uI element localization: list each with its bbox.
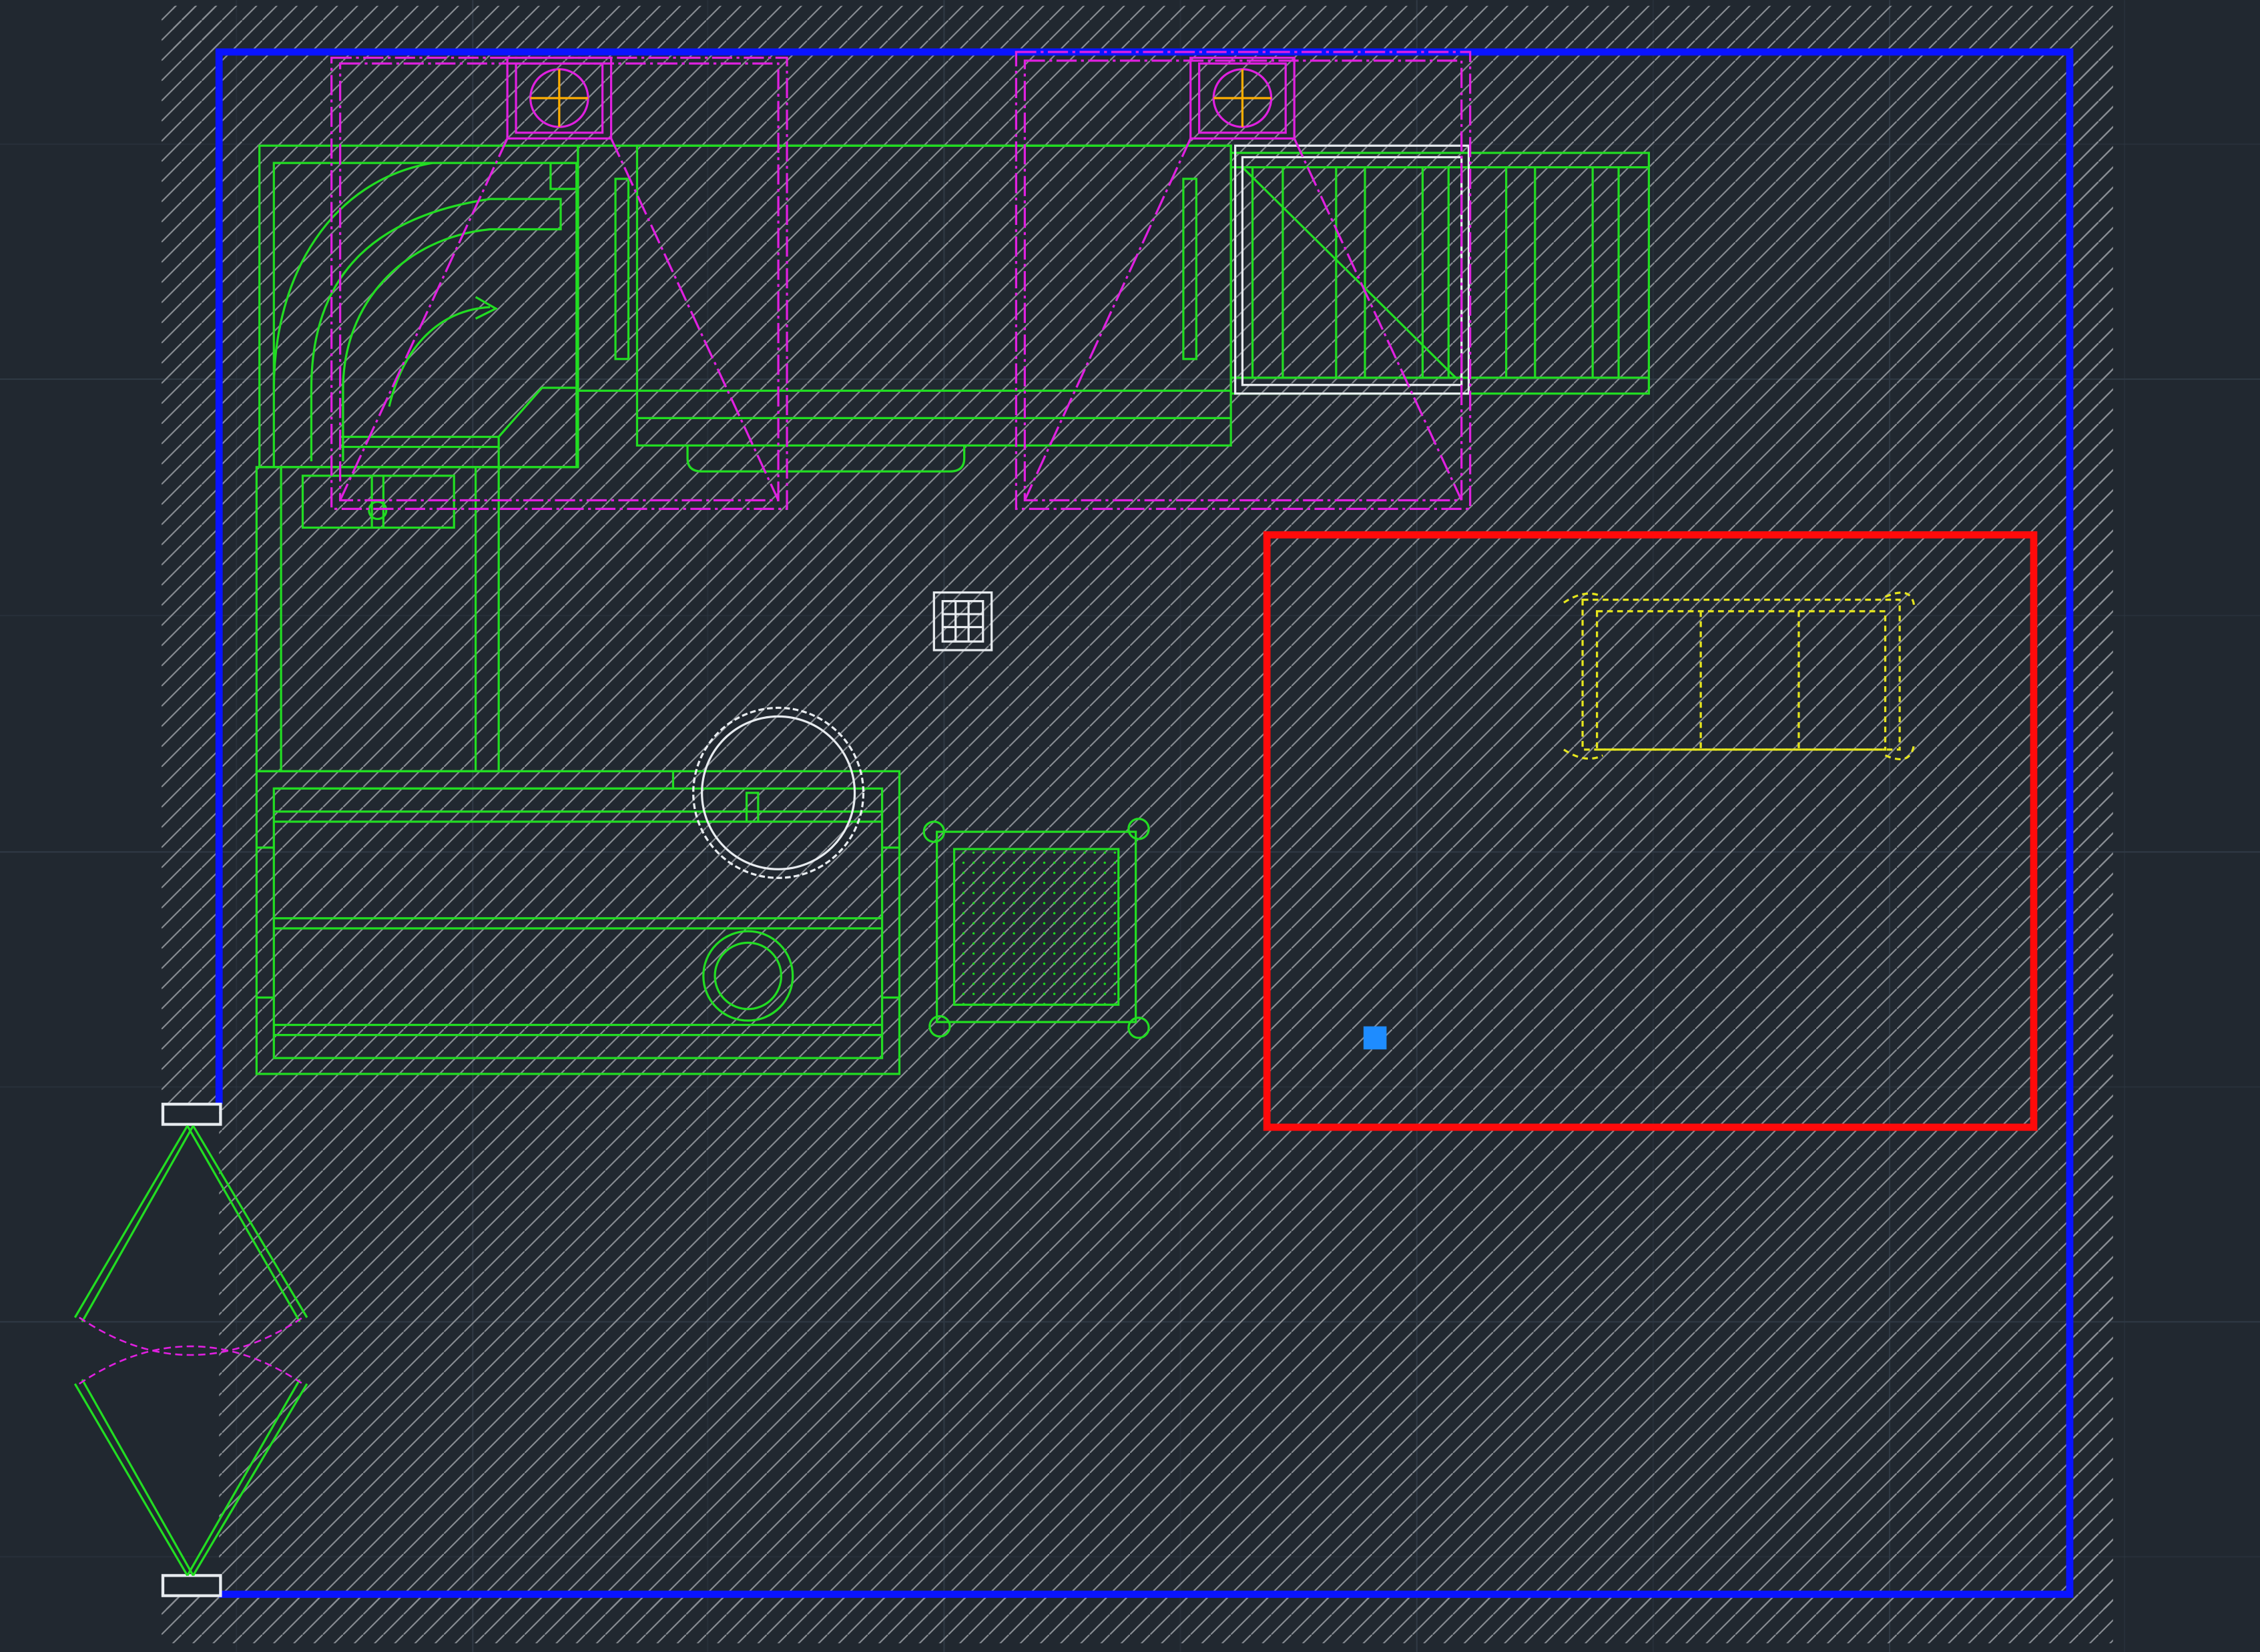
cad-drawing-viewport[interactable] [0,0,2260,1652]
door-jamb-top [161,1103,222,1126]
cad-drawing-canvas[interactable] [0,0,2260,1652]
work-table[interactable] [922,818,1150,1039]
grip-square-icon[interactable] [1363,1026,1387,1050]
door-jamb-bottom [161,1574,222,1597]
hatched-walls[interactable] [161,5,2113,1643]
